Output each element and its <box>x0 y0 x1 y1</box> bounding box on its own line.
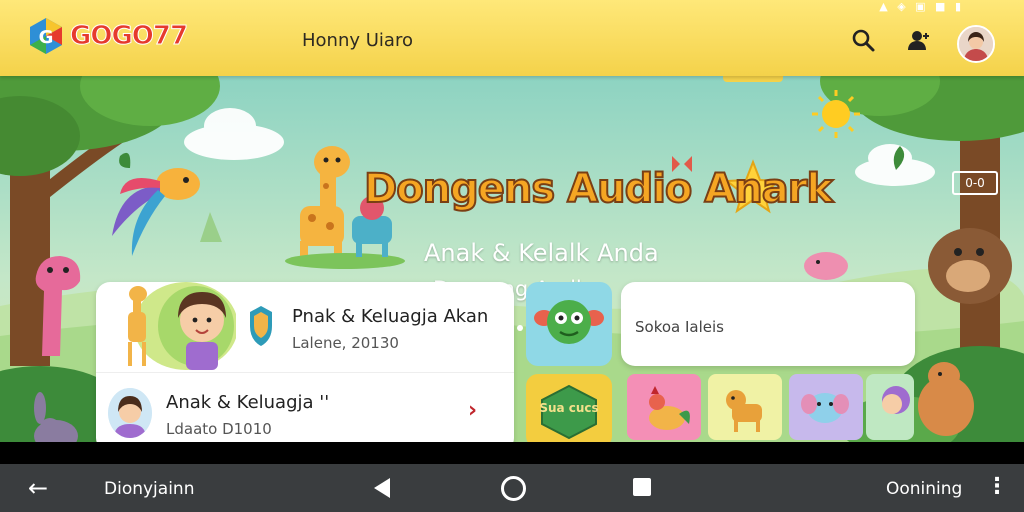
story-thumbnail-rooster[interactable] <box>627 374 701 440</box>
nav-left-label[interactable]: Dionyjainn <box>104 479 194 499</box>
nav-right-label[interactable]: Oonining <box>886 479 962 499</box>
status-indicators: ▲ ◈ ▣ ■ ▮ <box>879 0 964 13</box>
shield-icon <box>248 304 274 348</box>
user-avatar[interactable] <box>957 25 995 63</box>
banner-subtitle: Anak & Kelalk Anda <box>424 239 659 267</box>
lion-icon <box>726 390 762 432</box>
svg-text:G: G <box>39 27 54 48</box>
category-tile-sign[interactable]: Sua cucs <box>526 374 612 448</box>
back-arrow-icon[interactable]: ← <box>28 474 48 502</box>
featured-title: Pnak & Keluagja Akan <box>292 306 489 327</box>
featured-subtitle: Lalene, 20130 <box>292 334 399 352</box>
banner-toggle-button[interactable]: 0-0 <box>952 171 998 195</box>
search-icon[interactable] <box>850 27 876 53</box>
story-thumbnail-elephant[interactable] <box>789 374 863 440</box>
story-thumbnail-lion[interactable] <box>708 374 782 440</box>
category-tile-monster[interactable] <box>526 282 612 366</box>
list-item-title: Anak & Keluagja '' <box>166 392 330 413</box>
featured-card[interactable]: Pnak & Keluagja Akan Lalene, 20130 Anak … <box>96 282 514 452</box>
monster-icon <box>534 300 604 344</box>
logo-icon: G <box>26 16 66 56</box>
bottom-nav: ← Dionyjainn Oonining ⋮ <box>0 464 1024 512</box>
app-logo[interactable]: G GOGO77 <box>26 16 189 56</box>
tile-sign-label: Sua cucs <box>539 401 599 415</box>
page-title: Honny Uiaro <box>302 30 413 51</box>
elephant-icon <box>801 393 849 423</box>
banner-title: Dongens Audio Anark <box>363 165 834 213</box>
app-header: ▲ ◈ ▣ ■ ▮ G GOGO77 Honny Uiaro <box>0 0 1024 76</box>
divider <box>96 372 514 373</box>
logo-text: GOGO77 <box>69 21 188 52</box>
nav-recents-square-icon[interactable] <box>633 478 651 496</box>
secondary-card[interactable]: Sokoa Ialeis <box>621 282 915 366</box>
account-icon[interactable] <box>906 27 932 53</box>
chevron-right-icon[interactable]: › <box>468 398 477 423</box>
nav-home-circle-icon[interactable] <box>501 476 526 501</box>
divider-bar <box>0 442 1024 464</box>
list-item-subtitle: Ldaato D1010 <box>166 420 272 438</box>
carousel-dot[interactable] <box>517 325 524 331</box>
nav-back-triangle-icon[interactable] <box>374 478 390 498</box>
story-thumbnail-girl[interactable] <box>866 374 914 440</box>
secondary-card-text: Sokoa Ialeis <box>635 318 724 336</box>
rooster-icon <box>649 386 690 430</box>
child-avatar <box>108 388 152 438</box>
featured-illustration <box>106 282 238 370</box>
more-vertical-icon[interactable]: ⋮ <box>986 474 1008 499</box>
girl-icon <box>882 386 910 414</box>
